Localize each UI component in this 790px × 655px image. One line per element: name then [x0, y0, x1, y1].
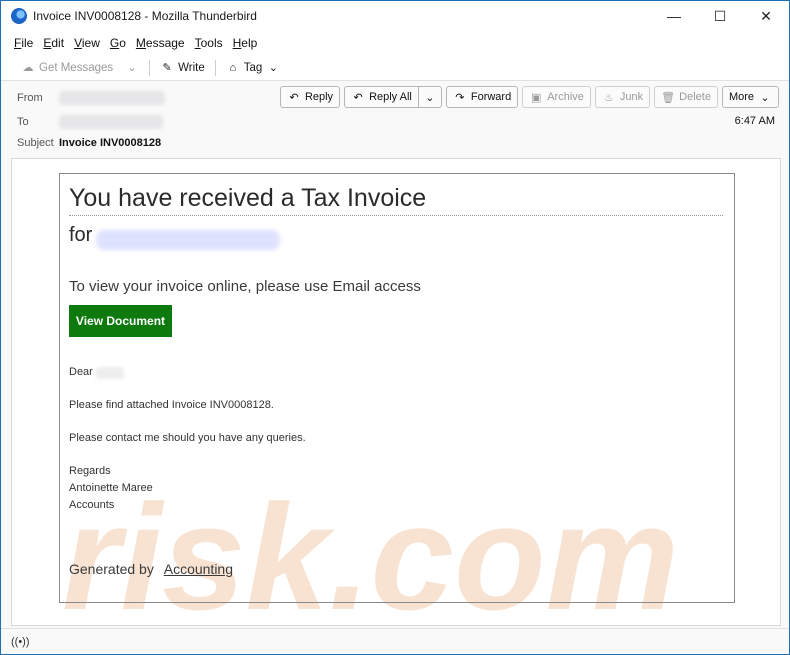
menu-file[interactable]: File — [9, 36, 38, 50]
to-label: To — [17, 116, 29, 128]
subject-label: Subject — [17, 137, 54, 149]
thunderbird-app-icon — [11, 8, 27, 24]
message-header: From To Subject Invoice INV0008128 6:47 … — [1, 82, 789, 158]
get-messages-button[interactable]: ☁ Get Messages — [15, 59, 119, 76]
forward-icon: ↷ — [455, 91, 465, 104]
recipient-redacted — [96, 230, 280, 250]
delete-button[interactable]: 🗑 Delete — [654, 86, 718, 108]
toolbar-divider — [214, 59, 216, 76]
from-value-redacted — [59, 91, 165, 105]
chevron-down-icon: ⌄ — [760, 91, 770, 104]
online-status-icon[interactable]: ((•)) — [11, 636, 30, 648]
chevron-down-icon: ⌄ — [127, 62, 137, 74]
menu-go[interactable]: Go — [105, 36, 131, 50]
window-title: Invoice INV0008128 - Mozilla Thunderbird — [33, 9, 257, 23]
subject-value: Invoice INV0008128 — [59, 137, 162, 149]
archive-icon: ▣ — [531, 91, 542, 104]
download-cloud-icon: ☁ — [22, 62, 34, 74]
minimize-button[interactable]: — — [651, 1, 697, 31]
junk-button[interactable]: ♨ Junk — [594, 86, 651, 108]
reply-all-icon: ↶ — [353, 91, 363, 104]
reply-all-split: ↶ Reply All ⌄ — [344, 86, 442, 108]
for-prefix: for — [69, 224, 93, 246]
accounting-link[interactable]: Accounting — [164, 561, 233, 577]
chevron-down-icon: ⌄ — [425, 91, 435, 104]
to-value-redacted — [59, 115, 163, 129]
menu-tools[interactable]: Tools — [190, 36, 228, 50]
menu-view[interactable]: View — [69, 36, 105, 50]
menu-bar: File Edit View Go Message Tools Help — [1, 31, 789, 55]
view-instructions: To view your invoice online, please use … — [69, 278, 421, 295]
thunderbird-window: Invoice INV0008128 - Mozilla Thunderbird… — [0, 0, 790, 655]
trash-icon: 🗑 — [661, 91, 676, 104]
tag-button[interactable]: ⌂ Tag ⌄ — [220, 59, 287, 76]
body-line-attached: Please find attached Invoice INV0008128. — [69, 399, 274, 411]
body-line-contact: Please contact me should you have any qu… — [69, 432, 306, 444]
close-button[interactable]: ✕ — [743, 1, 789, 31]
reply-all-dropdown[interactable]: ⌄ — [418, 86, 442, 108]
status-bar: ((•)) — [1, 628, 789, 654]
sender-name: Antoinette Maree — [69, 482, 153, 494]
view-document-button[interactable]: View Document — [69, 305, 172, 337]
reply-button[interactable]: ↶ Reply — [279, 86, 341, 108]
from-label: From — [17, 92, 43, 104]
chevron-down-icon: ⌄ — [268, 62, 278, 74]
title-bar: Invoice INV0008128 - Mozilla Thunderbird… — [1, 1, 789, 31]
message-body: risk.com You have received a Tax Invoice… — [11, 158, 781, 641]
email-heading: You have received a Tax Invoice — [69, 184, 427, 212]
closing-regards: Regards — [69, 465, 111, 477]
window-controls: — ☐ ✕ — [651, 1, 789, 31]
forward-button[interactable]: ↷ Forward — [445, 86, 519, 108]
menu-edit[interactable]: Edit — [38, 36, 69, 50]
write-button[interactable]: ✎ Write — [154, 59, 211, 76]
toolbar-divider — [149, 59, 151, 76]
menu-message[interactable]: Message — [131, 36, 190, 50]
generated-by-label: Generated by — [69, 561, 154, 577]
maximize-button[interactable]: ☐ — [697, 1, 743, 31]
sender-department: Accounts — [69, 499, 115, 511]
pencil-icon: ✎ — [162, 62, 172, 74]
invoice-card: You have received a Tax Invoice for To v… — [59, 173, 735, 603]
message-time: 6:47 AM — [734, 115, 775, 127]
greeting: Dear — [69, 366, 93, 378]
more-button[interactable]: More ⌄ — [721, 86, 779, 108]
tag-icon: ⌂ — [229, 61, 237, 74]
main-toolbar: ☁ Get Messages ⌄ ✎ Write ⌂ Tag ⌄ — [1, 55, 789, 81]
flame-icon: ♨ — [603, 91, 614, 104]
get-messages-dropdown[interactable]: ⌄ — [119, 59, 145, 76]
heading-divider — [69, 215, 723, 216]
message-actions: ↶ Reply ↶ Reply All ⌄ ↷ Forward ▣ Archiv… — [279, 86, 779, 108]
menu-help[interactable]: Help — [228, 36, 263, 50]
generated-by-line: Generated by Accounting — [69, 561, 233, 577]
greeting-name-redacted — [96, 367, 124, 379]
archive-button[interactable]: ▣ Archive — [522, 86, 591, 108]
reply-all-button[interactable]: ↶ Reply All — [344, 86, 419, 108]
reply-icon: ↶ — [289, 91, 299, 104]
